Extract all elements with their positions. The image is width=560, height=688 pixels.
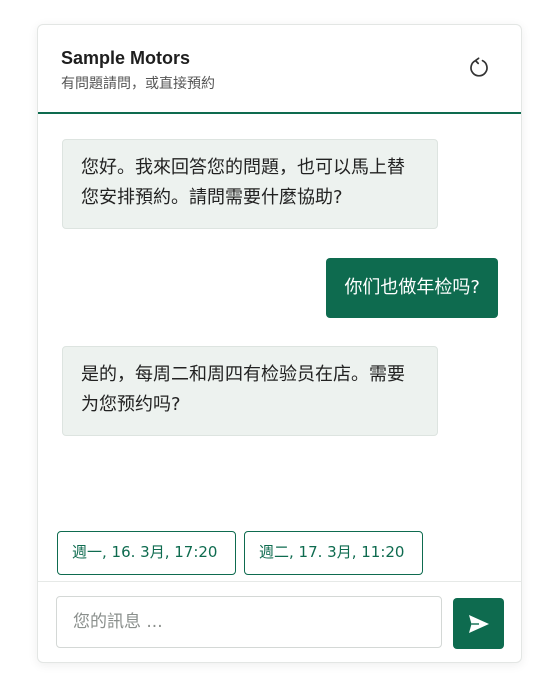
- chat-subtitle: 有問題請問，或直接預約: [61, 76, 215, 92]
- bot-message: 是的，每周二和周四有检验员在店。需要为您预约吗?: [62, 346, 438, 436]
- chat-header: Sample Motors 有問題請問，或直接預約: [38, 25, 521, 114]
- appointment-slot-button[interactable]: 週二, 17. 3月, 11:20: [244, 531, 423, 575]
- chat-widget: Sample Motors 有問題請問，或直接預約 您好。我來回答您的問題，也可…: [37, 24, 522, 663]
- send-icon: [468, 614, 489, 633]
- send-button[interactable]: [453, 598, 504, 649]
- bot-message: 您好。我來回答您的問題，也可以馬上替您安排預約。請問需要什麼協助?: [62, 139, 438, 229]
- chat-title: Sample Motors: [61, 48, 191, 68]
- user-message: 你们也做年检吗?: [326, 258, 498, 318]
- appointment-slot-button[interactable]: 週一, 16. 3月, 17:20: [57, 531, 236, 575]
- message-composer: [38, 581, 521, 663]
- message-input[interactable]: [56, 596, 442, 648]
- refresh-icon[interactable]: [467, 56, 491, 80]
